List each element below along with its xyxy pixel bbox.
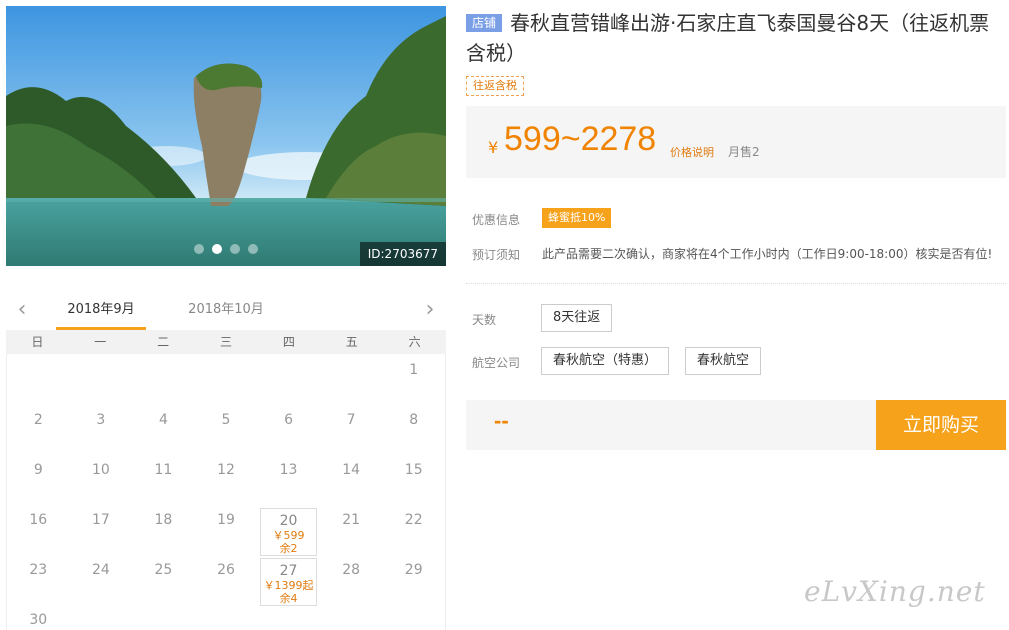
promo-label: 优惠信息 (472, 213, 521, 227)
carousel-dots (194, 244, 258, 254)
watermark: eLvXing.net (804, 575, 986, 608)
calendar-day: 12 (217, 462, 235, 478)
tab-month-september[interactable]: 2018年9月 (56, 300, 146, 330)
calendar-day: 16 (29, 512, 48, 528)
calendar-day: 11 (154, 462, 173, 478)
chevron-right-icon[interactable]: › (420, 298, 440, 322)
calendar-day-box[interactable]: 27 ￥1399起 余4 (260, 558, 317, 606)
weekday-header: 日 一 二 三 四 五 六 (6, 330, 446, 354)
day-number: 27 (279, 563, 298, 579)
calendar-empty-cell (195, 354, 258, 404)
day-price: ￥599 (272, 529, 305, 542)
weekday-label: 三 (219, 335, 232, 349)
calendar-day: 10 (91, 462, 110, 478)
calendar-body: 1 2 3 4 5 6 7 8 9 10 11 12 13 14 15 16 17 18 19 20 ￥599 余2 21 2… (6, 354, 446, 630)
calendar-day: 23 (29, 562, 48, 578)
carousel-dot-active[interactable] (212, 244, 222, 254)
calendar-day: 28 (342, 562, 361, 578)
days-option-8[interactable]: 8天往返 (541, 304, 613, 332)
airline-label: 航空公司 (472, 356, 521, 370)
product-title-text: 春秋直营错峰出游·石家庄直飞泰国曼谷8天（往返机票含税） (466, 11, 990, 65)
booking-notice: 此产品需要二次确认，商家将在4个工作小时内（工作日9:00-18:00）核实是否… (542, 247, 993, 261)
calendar-empty-cell (257, 354, 320, 404)
calendar-day: 29 (404, 562, 423, 578)
calendar-day: 1 (409, 362, 419, 378)
weekday-label: 一 (94, 335, 107, 349)
calendar-empty-cell (132, 354, 195, 404)
purchase-bar: -- 立即购买 (466, 400, 1006, 450)
calendar-day: 18 (154, 512, 173, 528)
calendar-empty-cell (70, 354, 133, 404)
buy-now-button[interactable]: 立即购买 (876, 400, 1006, 450)
calendar-day: 19 (217, 512, 235, 528)
day-number: 20 (279, 513, 298, 529)
calendar-day: 14 (342, 462, 361, 478)
weekday-label: 二 (157, 335, 170, 349)
image-id-label: ID:2703677 (359, 242, 446, 266)
price-box: ¥ 599~2278 价格说明 月售2 (466, 106, 1006, 178)
weekday-label: 六 (408, 335, 421, 349)
calendar-day: 6 (284, 412, 294, 428)
calendar-day: 8 (409, 412, 419, 428)
product-hero-image[interactable]: ID:2703677 (6, 6, 446, 266)
calendar-day: 2 (33, 412, 43, 428)
carousel-dot[interactable] (194, 244, 204, 254)
monthly-sales: 月售2 (728, 145, 760, 159)
day-price: ￥1399起 (263, 579, 314, 592)
seascape-illustration (6, 6, 446, 266)
currency-symbol: ¥ (488, 138, 499, 157)
chevron-left-icon[interactable]: ‹ (12, 298, 32, 322)
shop-tag: 店铺 (466, 14, 503, 32)
airline-option-standard[interactable]: 春秋航空 (685, 347, 762, 375)
promo-badge: 蜂蜜抵10% (542, 208, 612, 228)
calendar-day: 17 (91, 512, 110, 528)
weekday-label: 四 (282, 335, 295, 349)
calendar-day: 25 (154, 562, 173, 578)
days-label: 天数 (472, 313, 497, 327)
airline-option-special[interactable]: 春秋航空（特惠） (541, 347, 670, 375)
calendar-day: 5 (221, 412, 231, 428)
calendar-day: 3 (96, 412, 106, 428)
calendar-day: 21 (342, 512, 361, 528)
calendar-empty-cell (7, 354, 70, 404)
calendar-day: 15 (404, 462, 423, 478)
calendar-grid: 1 2 3 4 5 6 7 8 9 10 11 12 13 14 15 16 17 18 19 20 ￥599 余2 21 2… (7, 354, 445, 630)
calendar-day-box[interactable]: 20 ￥599 余2 (260, 508, 317, 556)
calendar-day: 26 (217, 562, 235, 578)
product-tag: 往返含税 (466, 76, 524, 96)
day-remaining: 余4 (279, 592, 298, 605)
product-title: 店铺 春秋直营错峰出游·石家庄直飞泰国曼谷8天（往返机票含税） (466, 8, 1006, 68)
calendar-day: 9 (33, 462, 43, 478)
price-range: 599~2278 (504, 120, 657, 158)
tab-month-october[interactable]: 2018年10月 (181, 300, 271, 330)
selected-price-display: -- (494, 408, 509, 433)
notice-label: 预订须知 (472, 248, 521, 262)
weekday-label: 五 (345, 335, 358, 349)
calendar-empty-cell (320, 354, 383, 404)
calendar-day: 24 (91, 562, 110, 578)
weekday-label: 日 (31, 335, 44, 349)
carousel-dot[interactable] (230, 244, 240, 254)
calendar-day: 7 (346, 412, 356, 428)
calendar-header: ‹ 2018年9月 2018年10月 › (6, 290, 446, 330)
calendar-day: 22 (404, 512, 423, 528)
calendar-day: 30 (29, 612, 48, 628)
calendar-day: 4 (158, 412, 168, 428)
calendar-day-available[interactable]: 20 ￥599 余2 (257, 504, 320, 556)
divider (466, 283, 1006, 284)
calendar-day: 13 (279, 462, 298, 478)
calendar-day-available[interactable]: 27 ￥1399起 余4 (257, 554, 320, 606)
carousel-dot[interactable] (248, 244, 258, 254)
price-note-link[interactable]: 价格说明 (670, 144, 714, 160)
